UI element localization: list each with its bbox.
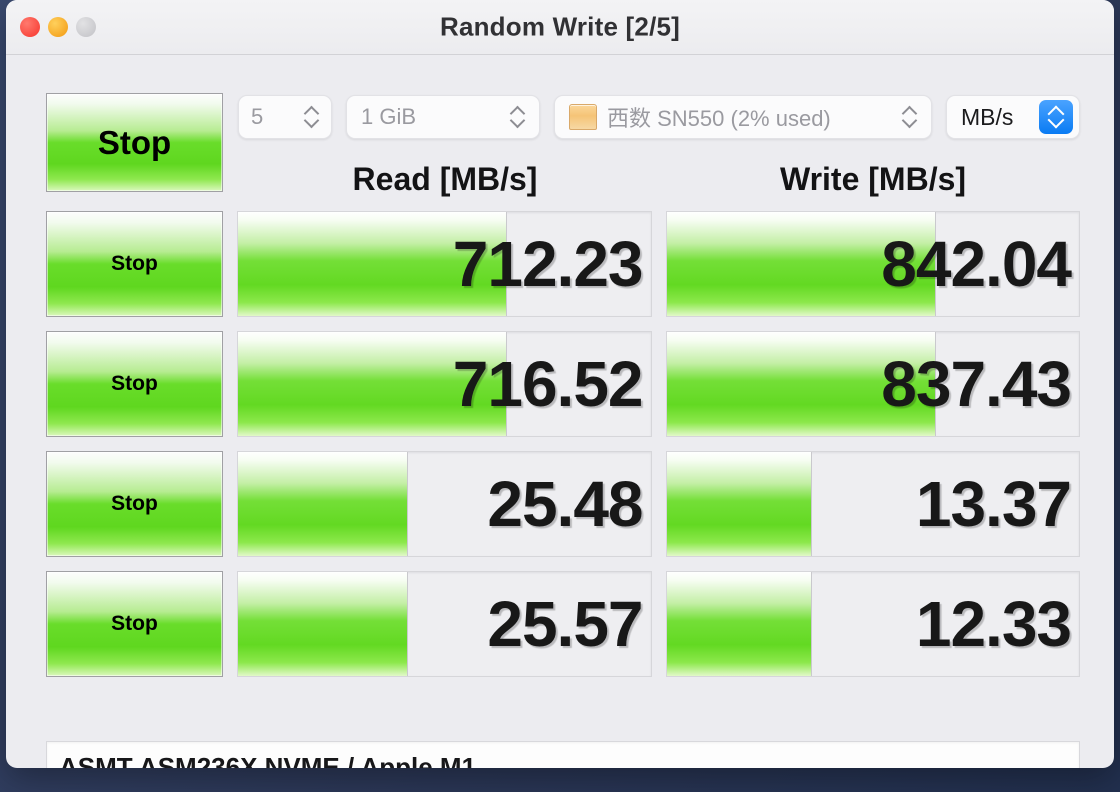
test-size-select[interactable]: 1 GiB: [346, 95, 540, 139]
results-rows: Stop 712.23 842.04 Stop 716.52 837.43 Stop 25.4…: [46, 211, 1080, 691]
device-info-text: ASMT ASM236X NVME / Apple M1: [59, 751, 477, 769]
read-column-header: Read [MB/s]: [352, 161, 538, 197]
main-stop-button[interactable]: Stop: [46, 93, 223, 192]
row-stop-button[interactable]: Stop: [46, 451, 223, 557]
window-content: Stop 5 1 GiB 西数 SN550 (2% used) MB/s Rea…: [6, 55, 1114, 768]
app-window: Random Write [2/5] Stop 5 1 GiB 西数 SN550…: [6, 0, 1114, 768]
write-value: 12.33: [915, 588, 1072, 660]
read-value: 25.48: [487, 468, 643, 540]
unit-value: MB/s: [961, 103, 1014, 130]
table-row: Stop 25.48 13.37: [46, 451, 1080, 557]
chevron-up-down-icon[interactable]: [305, 104, 319, 130]
row-stop-button[interactable]: Stop: [46, 331, 223, 437]
read-value: 712.23: [452, 228, 644, 300]
write-value: 13.37: [915, 468, 1072, 540]
read-meter-fill: [238, 452, 409, 556]
repeat-count-stepper[interactable]: 5: [238, 95, 332, 139]
write-meter: 12.33: [665, 571, 1080, 677]
unit-select[interactable]: MB/s: [946, 95, 1080, 139]
drive-select[interactable]: 西数 SN550 (2% used): [554, 95, 932, 139]
write-column-header: Write [MB/s]: [779, 161, 967, 197]
read-value: 716.52: [452, 348, 644, 420]
window-title: Random Write [2/5]: [439, 11, 681, 42]
table-row: Stop 712.23 842.04: [46, 211, 1080, 317]
device-info-bar: ASMT ASM236X NVME / Apple M1: [46, 741, 1080, 768]
test-size-value: 1 GiB: [361, 104, 417, 129]
write-value: 837.43: [881, 348, 1072, 420]
write-meter: 837.43: [665, 331, 1080, 437]
read-meter: 716.52: [237, 331, 652, 437]
chevron-up-down-icon[interactable]: [903, 104, 917, 130]
drive-volume-icon: [569, 104, 597, 130]
write-meter: 13.37: [665, 451, 1080, 557]
title-bar[interactable]: Random Write [2/5]: [6, 0, 1114, 55]
table-row: Stop 716.52 837.43: [46, 331, 1080, 437]
toolbar: 5 1 GiB 西数 SN550 (2% used) MB/s: [238, 93, 1080, 141]
read-meter: 712.23: [237, 211, 652, 317]
read-meter: 25.48: [237, 451, 652, 557]
column-headers: Read [MB/s] Write [MB/s]: [238, 151, 1080, 207]
write-meter-fill: [666, 452, 812, 556]
read-meter: 25.57: [237, 571, 652, 677]
drive-select-label-group: 西数 SN550 (2% used): [569, 101, 831, 133]
table-row: Stop 25.57 12.33: [46, 571, 1080, 677]
chevron-up-down-blue-icon[interactable]: [1039, 100, 1073, 134]
repeat-count-value: 5: [251, 104, 264, 129]
row-stop-button[interactable]: Stop: [46, 571, 223, 677]
read-value: 25.57: [487, 588, 643, 660]
write-value: 842.04: [881, 228, 1072, 300]
chevron-up-down-icon[interactable]: [511, 104, 525, 130]
drive-name-value: 西数 SN550 (2% used): [607, 106, 831, 131]
read-meter-fill: [238, 572, 409, 676]
write-meter: 842.04: [665, 211, 1080, 317]
write-meter-fill: [666, 572, 812, 676]
row-stop-button[interactable]: Stop: [46, 211, 223, 317]
